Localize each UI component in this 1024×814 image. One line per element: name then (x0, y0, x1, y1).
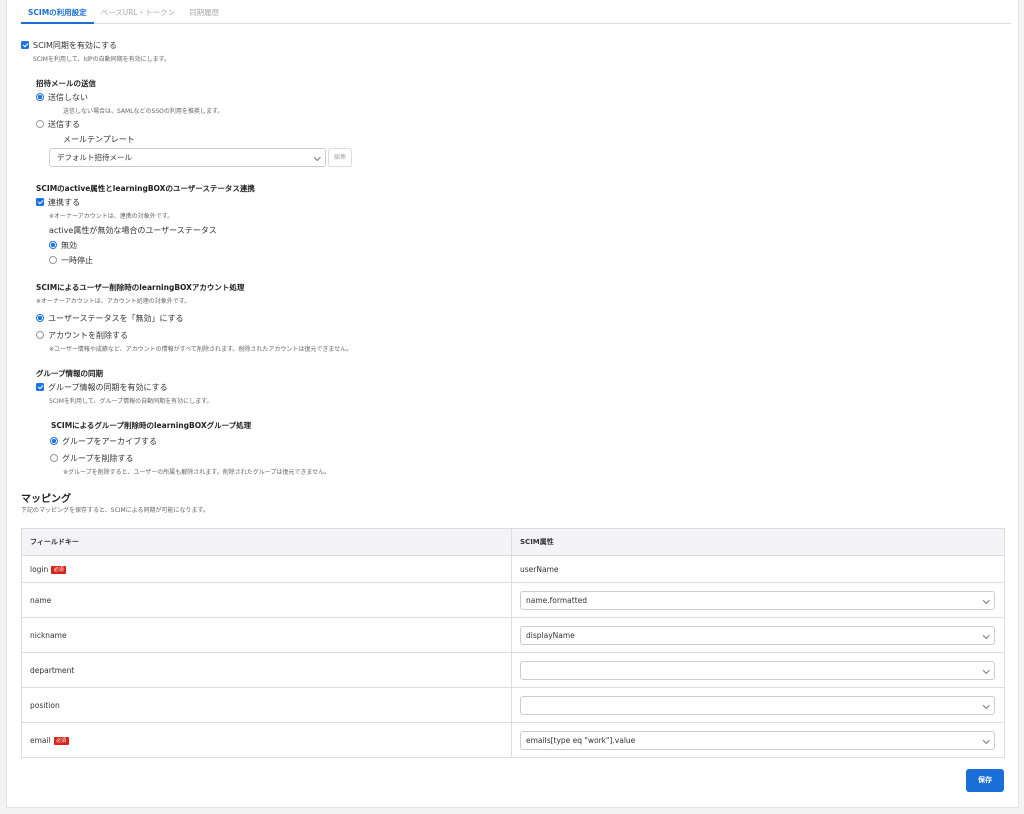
group-archive-label: グループをアーカイブする (62, 437, 158, 446)
status-disabled-radio[interactable] (49, 241, 57, 249)
mail-template-select[interactable]: デフォルト招待メール (49, 148, 326, 167)
tab-scim-settings[interactable]: SCIMの利用設定 (21, 0, 94, 24)
table-row: position (20, 687, 1005, 723)
select-value: emails[type eq "work"].value (526, 735, 636, 745)
mail-template-value: デフォルト招待メール (57, 153, 132, 162)
mapping-header-row: フィールドキー SCIM属性 (20, 528, 1005, 556)
invite-send-label: 送信する (48, 120, 80, 129)
field-key-email: email (30, 735, 51, 745)
chevron-down-icon (982, 666, 989, 673)
status-disabled-label: 無効 (61, 241, 77, 250)
select-value: name.formatted (526, 595, 588, 605)
edit-template-button[interactable]: 編集 (328, 148, 352, 167)
scim-enable-checkbox[interactable] (21, 41, 29, 49)
chevron-down-icon (982, 631, 989, 638)
field-key-department: department (20, 652, 513, 688)
active-sync-checkbox[interactable] (36, 198, 44, 206)
status-suspend-radio[interactable] (49, 256, 57, 264)
group-delete-radio[interactable] (50, 454, 58, 462)
field-key-position: position (20, 687, 513, 723)
chevron-down-icon (313, 154, 320, 161)
group-delete-warning: ※グループを削除すると、ユーザーの所属も解除されます。削除されたグループは復元で… (63, 469, 331, 476)
user-delete-note: ※オーナーアカウントは、アカウント処理の対象外です。 (36, 298, 191, 305)
chevron-down-icon (982, 596, 989, 603)
mapping-title: マッピング (21, 494, 71, 505)
mapping-table: フィールドキー SCIM属性 login 必須 userName name nam… (20, 528, 1005, 758)
field-key-nickname: nickname (20, 617, 513, 653)
table-row: name name.formatted (20, 582, 1005, 618)
tab-bar: SCIMの利用設定 ベースURL・トークン 同期履歴 (21, 0, 1011, 24)
field-key-login: login (30, 564, 49, 574)
invite-mail-title: 招待メールの送信 (36, 79, 96, 88)
scim-attr-select-position[interactable] (520, 695, 996, 715)
table-row: nickname displayName (20, 617, 1005, 653)
table-row: email 必須 emails[type eq "work"].value (20, 722, 1005, 758)
tab-sync-history[interactable]: 同期履歴 (182, 0, 226, 24)
active-sync-note: ※オーナーアカウントは、連携の対象外です。 (49, 213, 174, 220)
group-delete-title: SCIMによるグループ削除時のlearningBOXグループ処理 (51, 421, 252, 430)
col-scim-attr: SCIM属性 (511, 528, 1005, 556)
invite-no-send-radio[interactable] (36, 93, 44, 101)
scim-attr-select-name[interactable]: name.formatted (520, 590, 996, 610)
group-delete-label: グループを削除する (62, 454, 134, 463)
mapping-note: 下記のマッピングを保存すると、SCIMによる同期が可能になります。 (21, 507, 209, 514)
scim-attr-select-nickname[interactable]: displayName (520, 625, 996, 645)
status-suspend-label: 一時停止 (61, 256, 93, 265)
scim-attr-select-email[interactable]: emails[type eq "work"].value (520, 730, 996, 750)
mail-template-label: メールテンプレート (63, 135, 135, 144)
table-row: department (20, 652, 1005, 688)
user-disable-radio[interactable] (36, 314, 44, 322)
active-sync-title: SCIMのactive属性とlearningBOXのユーザーステータス連携 (36, 184, 255, 193)
scim-enable-label: SCIM同期を有効にする (33, 41, 118, 50)
user-delete-label: アカウントを削除する (48, 331, 128, 340)
save-button[interactable]: 保存 (966, 769, 1004, 792)
group-archive-radio[interactable] (50, 437, 58, 445)
invite-send-radio[interactable] (36, 120, 44, 128)
user-delete-radio[interactable] (36, 331, 44, 339)
col-field-key: フィールドキー (20, 528, 513, 556)
chevron-down-icon (982, 736, 989, 743)
scim-attr-login: userName (511, 555, 1005, 583)
group-sync-title: グループ情報の同期 (36, 369, 104, 378)
tab-base-url-token[interactable]: ベースURL・トークン (94, 0, 183, 24)
scim-enable-note: SCIMを利用して、IdPの自動同期を有効にします。 (33, 56, 171, 63)
user-delete-title: SCIMによるユーザー削除時のlearningBOXアカウント処理 (36, 283, 245, 292)
user-delete-warning: ※ユーザー情報や成績など、アカウントの情報がすべて削除されます。削除されたアカウ… (49, 346, 353, 353)
group-sync-note: SCIMを利用して、グループ情報の自動同期を有効にします。 (49, 398, 213, 405)
chevron-down-icon (982, 701, 989, 708)
inactive-status-subtitle: active属性が無効な場合のユーザーステータス (49, 226, 217, 235)
group-sync-checkbox[interactable] (36, 383, 44, 391)
user-disable-label: ユーザーステータスを「無効」にする (48, 314, 184, 323)
select-value: displayName (526, 630, 575, 640)
table-row: login 必須 userName (20, 555, 1005, 583)
scim-attr-select-department[interactable] (520, 660, 996, 680)
invite-no-send-label: 送信しない (48, 93, 88, 102)
field-key-name: name (20, 582, 513, 618)
invite-no-send-note: 送信しない場合は、SAMLなどのSSOの利用を推奨します。 (63, 108, 224, 115)
active-sync-label: 連携する (48, 198, 80, 207)
required-badge: 必須 (51, 565, 67, 574)
group-sync-label: グループ情報の同期を有効にする (48, 383, 168, 392)
required-badge: 必須 (53, 736, 69, 745)
